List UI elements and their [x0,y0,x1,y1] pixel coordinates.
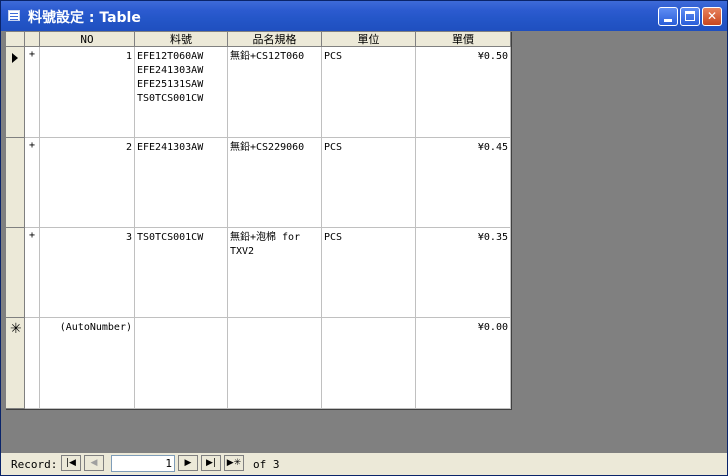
minimize-icon [664,19,672,22]
record-number-input[interactable]: 1 [111,455,175,472]
expand-toggle[interactable]: + [25,228,40,318]
last-record-icon: ▶| [206,458,216,468]
cell-no[interactable]: (AutoNumber) [40,318,135,409]
next-record-icon: ▶ [184,458,192,468]
cell-price[interactable]: ¥0.35 [416,228,511,318]
cell-part[interactable] [135,318,228,409]
cell-price[interactable]: ¥0.45 [416,138,511,228]
cell-unit[interactable] [322,318,416,409]
cell-unit[interactable]: PCS [322,47,416,138]
record-count: of 3 [253,458,280,471]
expand-toggle[interactable]: + [25,138,40,228]
current-record-icon [12,53,18,63]
cell-no[interactable]: 2 [40,138,135,228]
new-record-icon: ✳ [10,321,22,337]
prev-record-button[interactable]: ◀ [84,455,104,471]
next-record-button[interactable]: ▶ [178,455,198,471]
first-record-icon: |◀ [66,458,76,468]
cell-desc[interactable]: 無鉛+CS229060 [228,138,322,228]
cell-part[interactable]: EFE241303AW [135,138,228,228]
maximize-button[interactable] [680,7,700,26]
cell-unit[interactable]: PCS [322,228,416,318]
new-record-button[interactable]: ▶✳ [224,455,244,471]
close-button[interactable]: ✕ [702,7,722,26]
cell-price[interactable]: ¥0.00 [416,318,511,409]
select-all-corner[interactable] [6,32,25,47]
table-window: 料號設定 : Table ✕ NO 料號 品名規格 單位 單價 + 1 EFE1… [0,0,728,476]
title-bar[interactable]: 料號設定 : Table ✕ [1,1,727,31]
row-selector[interactable] [6,228,25,318]
cell-desc[interactable] [228,318,322,409]
expand-toggle[interactable]: + [25,47,40,138]
row-selector[interactable] [6,138,25,228]
column-header-desc[interactable]: 品名規格 [228,32,322,47]
row-selector[interactable]: ✳ [6,318,25,409]
datasheet-grid: NO 料號 品名規格 單位 單價 + 1 EFE12T060AW EFE2413… [6,32,512,410]
last-record-button[interactable]: ▶| [201,455,221,471]
cell-no[interactable]: 3 [40,228,135,318]
maximize-icon [685,11,695,21]
window-title: 料號設定 : Table [28,10,141,26]
cell-part[interactable]: EFE12T060AW EFE241303AW EFE25131SAW TS0T… [135,47,228,138]
column-header-unit[interactable]: 單位 [322,32,416,47]
cell-desc[interactable]: 無鉛+泡棉 for TXV2 [228,228,322,318]
minimize-button[interactable] [658,7,678,26]
cell-no[interactable]: 1 [40,47,135,138]
expand-toggle [25,318,40,409]
cell-unit[interactable]: PCS [322,138,416,228]
cell-price[interactable]: ¥0.50 [416,47,511,138]
column-header-part[interactable]: 料號 [135,32,228,47]
table-icon[interactable] [8,10,20,21]
record-navigation-bar: Record: |◀ ◀ 1 ▶ ▶| ▶✳ of 3 [1,453,727,475]
column-header-price[interactable]: 單價 [416,32,511,47]
row-selector[interactable] [6,47,25,138]
first-record-button[interactable]: |◀ [61,455,81,471]
column-header-no[interactable]: NO [40,32,135,47]
cell-desc[interactable]: 無鉛+CS12T060 [228,47,322,138]
expander-header [25,32,40,47]
cell-part[interactable]: TS0TCS001CW [135,228,228,318]
prev-record-icon: ◀ [90,458,98,468]
record-label: Record: [11,458,58,471]
close-icon: ✕ [706,9,718,23]
new-record-icon: ▶✳ [226,458,242,468]
